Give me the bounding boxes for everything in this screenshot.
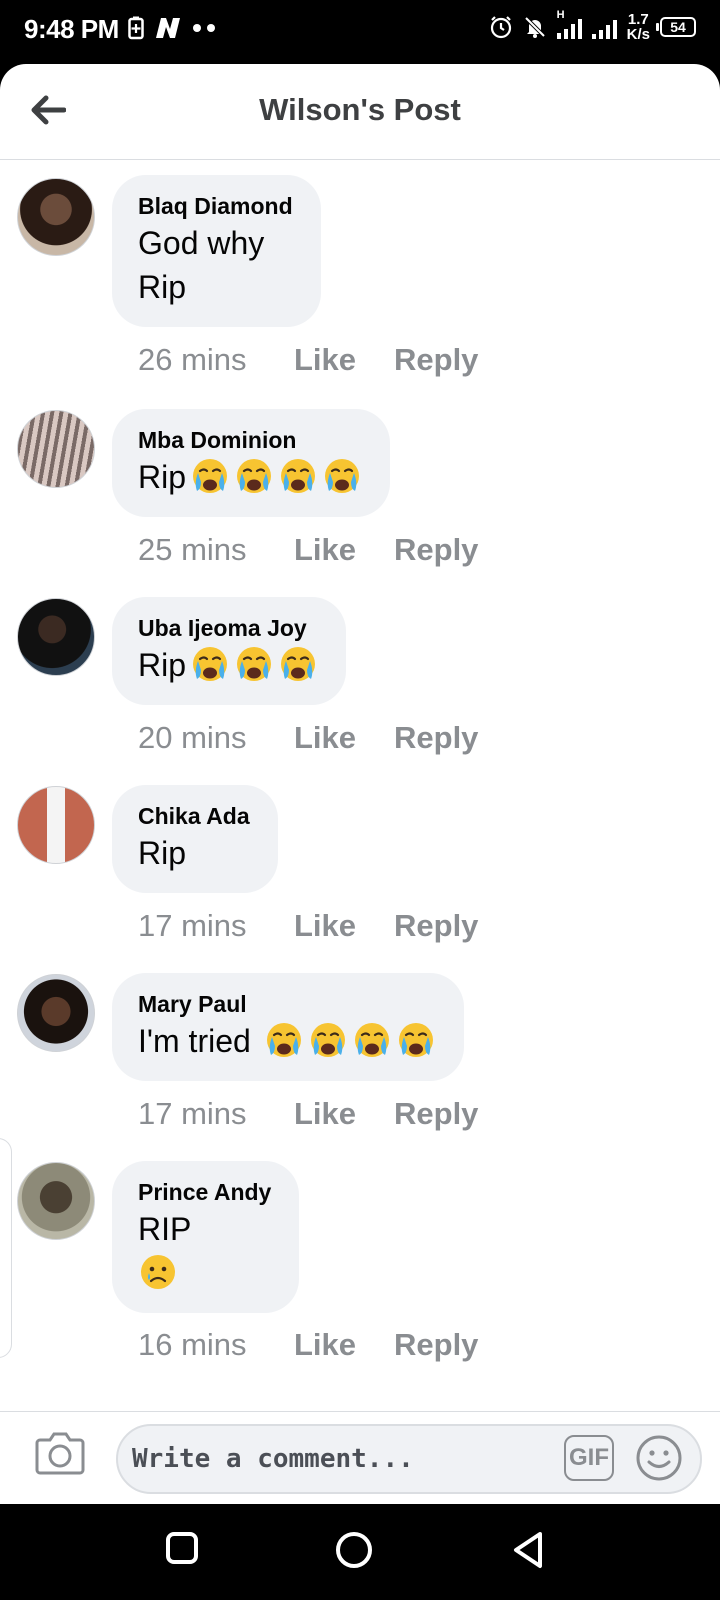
home-circle-icon (336, 1532, 372, 1568)
page-title: Wilson's Post (259, 92, 461, 127)
like-button[interactable]: Like (294, 532, 394, 568)
comment-time: 16 mins (138, 1327, 247, 1362)
comment-text-line: Rip (138, 269, 187, 305)
reply-button[interactable]: Reply (394, 908, 478, 944)
back-triangle-icon (514, 1532, 542, 1568)
crying-emoji-icon (281, 647, 316, 681)
alarm-icon (490, 16, 511, 39)
crying-emoji-icon (281, 459, 316, 493)
comment-author[interactable]: Blaq Diamond (138, 191, 293, 221)
comment-input[interactable] (132, 1436, 542, 1482)
comment-text-line: I'm tried (138, 1019, 436, 1063)
signal-icon-2 (591, 15, 617, 39)
more-dots-icon (193, 24, 215, 32)
comment-input-wrapper: GIF (116, 1424, 702, 1494)
status-bar: 9:48 PM H 1.7 K/s 54 (0, 0, 720, 64)
battery-indicator: 54 (656, 17, 696, 37)
emoji-button[interactable] (634, 1433, 684, 1483)
signal-icon: H (556, 9, 582, 39)
crying-emoji-icon (237, 459, 272, 493)
comment-time: 17 mins (138, 1096, 247, 1131)
reply-button[interactable]: Reply (394, 1327, 478, 1363)
comment-author[interactable]: Prince Andy (138, 1177, 271, 1207)
avatar[interactable] (17, 786, 95, 864)
comment-meta: 26 mins Like Reply (138, 342, 478, 378)
network-type: H (556, 9, 565, 21)
comment-text-line: God why (138, 225, 265, 261)
reply-button[interactable]: Reply (394, 532, 478, 568)
crying-emoji-group (260, 1023, 436, 1059)
nav-back-button[interactable] (510, 1530, 554, 1574)
comment-meta: 16 mins Like Reply (138, 1327, 478, 1363)
like-button[interactable]: Like (294, 720, 394, 756)
side-scroll-handle[interactable] (0, 1138, 12, 1358)
crying-emoji-group (186, 647, 318, 683)
crying-emoji-icon (193, 647, 228, 681)
comment-author[interactable]: Chika Ada (138, 801, 250, 831)
recents-square-icon (166, 1532, 198, 1564)
like-button[interactable]: Like (294, 1096, 394, 1132)
status-right-icons: H 1.7 K/s 54 (489, 9, 696, 43)
avatar[interactable] (17, 974, 95, 1052)
comment-bubble[interactable]: Uba Ijeoma Joy Rip (112, 597, 347, 705)
sad-emoji-icon (141, 1255, 175, 1289)
mute-icon (524, 16, 546, 38)
like-button[interactable]: Like (294, 342, 394, 378)
comment-text-line: Rip (138, 835, 187, 871)
comment-text-line: RIP (138, 1211, 192, 1247)
comment-bubble[interactable]: Prince Andy RIP (112, 1161, 300, 1313)
crying-emoji-icon (266, 1023, 301, 1057)
post-header: Wilson's Post (0, 64, 720, 160)
comment-bubble[interactable]: Mary Paul I'm tried (112, 973, 464, 1081)
comment-text-line: Rip (138, 643, 318, 687)
reply-button[interactable]: Reply (394, 720, 478, 756)
like-button[interactable]: Like (294, 908, 394, 944)
comment-meta: 20 mins Like Reply (138, 720, 478, 756)
camera-icon (35, 1432, 85, 1475)
crying-emoji-icon (325, 459, 360, 493)
comment-time: 17 mins (138, 908, 247, 943)
crying-emoji-icon (193, 459, 228, 493)
comment-meta: 25 mins Like Reply (138, 532, 478, 568)
avatar[interactable] (17, 1162, 95, 1240)
comment-emoji-line (138, 1251, 271, 1295)
recents-button[interactable] (164, 1530, 208, 1574)
avatar[interactable] (17, 598, 95, 676)
network-speed: 1.7 K/s (626, 11, 650, 43)
like-button[interactable]: Like (294, 1327, 394, 1363)
crying-emoji-icon (237, 647, 272, 681)
battery-saver-icon (128, 16, 144, 40)
n-app-icon (156, 18, 180, 38)
comment-bubble[interactable]: Chika Ada Rip (112, 785, 278, 893)
crying-emoji-icon (310, 1023, 345, 1057)
comment-time: 25 mins (138, 532, 247, 567)
comment-time: 20 mins (138, 720, 247, 755)
comment-bubble[interactable]: Blaq Diamond God why Rip (112, 175, 321, 327)
avatar[interactable] (17, 178, 95, 256)
comment-time: 26 mins (138, 342, 247, 377)
comment-text-line: Rip (138, 455, 362, 499)
smiley-icon (636, 1435, 682, 1481)
crying-emoji-group (186, 459, 362, 495)
reply-button[interactable]: Reply (394, 342, 478, 378)
reply-button[interactable]: Reply (394, 1096, 478, 1132)
camera-button[interactable] (34, 1430, 90, 1482)
post-sheet: Wilson's Post Blaq Diamond God why Rip 2… (0, 64, 720, 1504)
comment-meta: 17 mins Like Reply (138, 1096, 478, 1132)
avatar[interactable] (17, 410, 95, 488)
comment-author[interactable]: Mary Paul (138, 989, 436, 1019)
comment-meta: 17 mins Like Reply (138, 908, 478, 944)
gif-button[interactable]: GIF (564, 1435, 614, 1481)
crying-emoji-icon (354, 1023, 389, 1057)
status-time: 9:48 PM (24, 14, 119, 44)
comment-bubble[interactable]: Mba Dominion Rip (112, 409, 391, 517)
crying-emoji-icon (398, 1023, 433, 1057)
system-nav-bar (0, 1504, 720, 1600)
comment-composer: GIF (0, 1411, 720, 1504)
comment-author[interactable]: Uba Ijeoma Joy (138, 613, 318, 643)
status-left-icons (128, 16, 216, 40)
home-button[interactable] (334, 1530, 378, 1574)
comment-author[interactable]: Mba Dominion (138, 425, 362, 455)
